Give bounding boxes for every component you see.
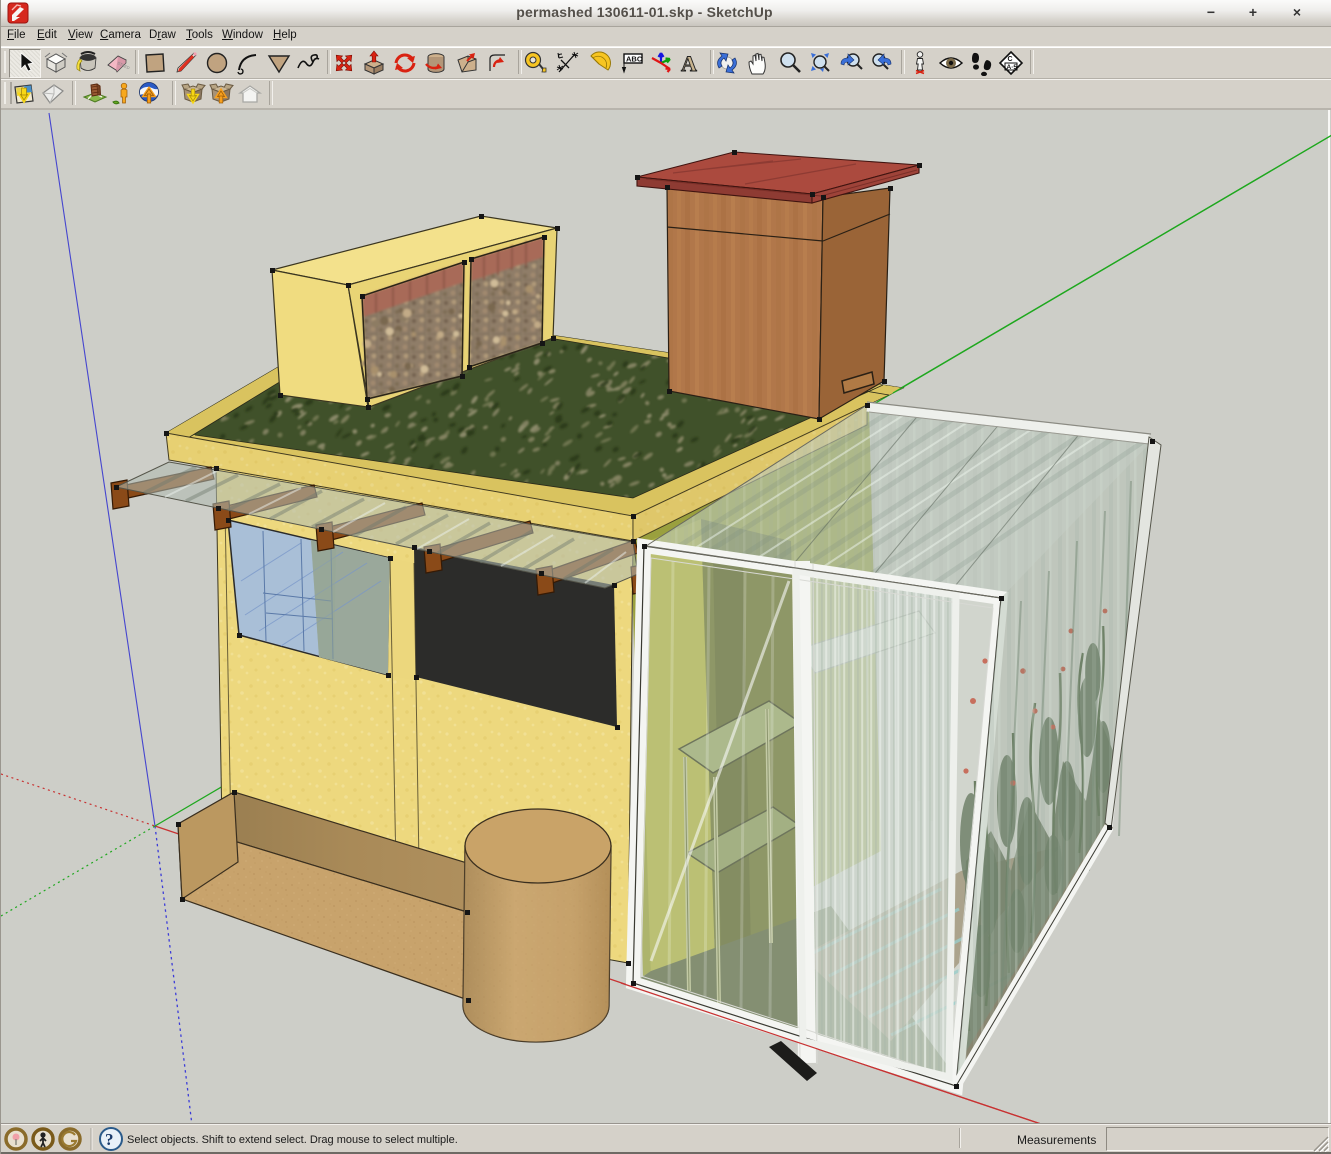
svg-text:ABC: ABC bbox=[626, 55, 643, 64]
svg-text:A: A bbox=[681, 51, 697, 76]
svg-text:C: C bbox=[1008, 56, 1013, 63]
svg-text:A·5: A·5 bbox=[1007, 64, 1018, 71]
svg-text:?: ? bbox=[105, 1130, 114, 1149]
